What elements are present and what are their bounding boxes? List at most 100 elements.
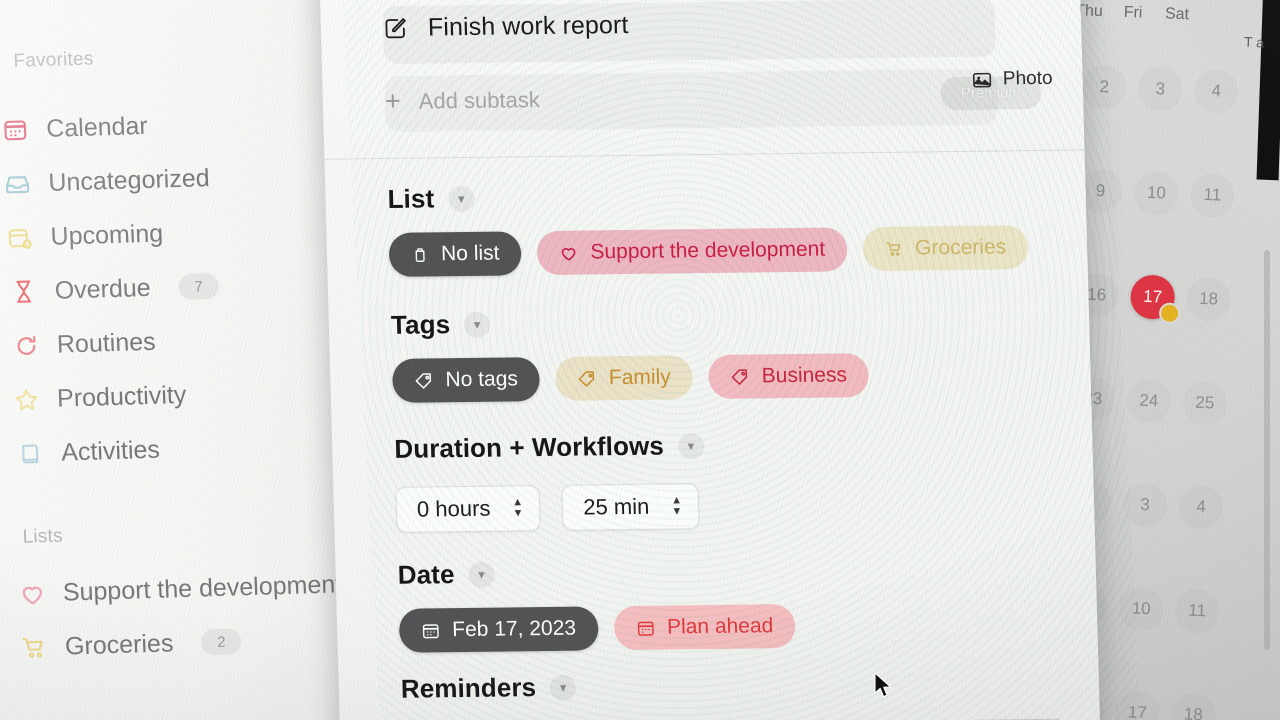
tag-chip-business[interactable]: Business [708,353,870,400]
chip-label: Feb 17, 2023 [451,616,577,642]
chevron-down-icon[interactable]: ▾ [677,432,705,459]
stepper-arrows-icon[interactable]: ▲ ▼ [671,494,682,516]
stepper-arrows-icon[interactable]: ▲ ▼ [512,496,523,518]
calendar-day[interactable]: 10 [1118,586,1164,632]
list-chip-groceries[interactable]: Groceries [862,225,1029,272]
heart-icon [16,578,47,609]
calendar-day[interactable]: 24 [1126,378,1172,424]
section-date-title: Date [397,559,455,590]
section-list-header[interactable]: List ▾ [387,176,1027,215]
calendar-day[interactable]: 11 [1190,172,1236,218]
task-checkbox-icon[interactable] [383,16,409,41]
mouse-cursor [874,672,894,707]
tag-chip-family[interactable]: Family [555,355,694,401]
sidebar-item-productivity[interactable]: Productivity [11,380,187,415]
screen-photo: Wed Thu Fri Sat 123489101115161718222324… [0,0,1280,720]
section-date: Date ▾ Feb 17, 2023 Plan ahead [397,555,796,653]
section-duration-header[interactable]: Duration + Workflows ▾ [393,430,705,465]
section-reminders: Reminders ▾ Please activate notification… [400,666,1061,705]
calendar-day-today[interactable]: 17 [1129,274,1181,325]
sidebar-item-upcoming[interactable]: Upcoming [4,218,164,253]
star-icon [11,384,42,415]
chevron-down-icon[interactable]: ▾ [468,561,495,588]
sidebar-item-label: Overdue [54,273,152,305]
plus-icon: + [384,85,402,116]
refresh-icon [10,330,41,361]
duration-minutes-value: 25 min [582,493,650,520]
sidebar-item-label: Support the development [62,569,343,607]
section-list-title: List [387,183,435,214]
calendar-day[interactable]: 18 [1171,692,1217,720]
tag-icon [578,369,598,388]
calendar-day-event-dot [1158,302,1181,325]
calendar-weekday: Sat [1164,5,1190,24]
list-chip-support-the-development[interactable]: Support the development [536,227,848,276]
tags-chip-group: No tags Family Business [391,353,870,403]
inbox-icon [2,168,33,199]
calendar-day[interactable]: 4 [1193,69,1239,115]
calendar-day[interactable]: 25 [1182,380,1228,426]
list-chip-group: No list Support the development Grocerie… [388,225,1029,277]
cart-icon [885,240,903,258]
list-chip-no-list[interactable]: No list [388,231,523,277]
sidebar-item-label: Upcoming [50,218,164,251]
premium-badge[interactable]: Premium [940,75,1042,111]
section-tags: Tags ▾ No tags Family Business [391,304,870,403]
calendar-corner-text: T a [1243,33,1265,51]
modal-scrollbar[interactable] [1264,250,1270,650]
tag-chip-no-tags[interactable]: No tags [391,357,541,403]
chip-label: No tags [445,367,519,392]
hourglass-icon [8,276,39,307]
calendar-day[interactable]: 2 [1082,64,1128,110]
duration-hours-value: 0 hours [416,495,491,522]
calendar-day[interactable]: 4 [1178,484,1224,530]
section-tags-header[interactable]: Tags ▾ [391,304,868,341]
sidebar-item-overdue[interactable]: Overdue 7 [8,271,220,307]
sidebar-item-routines[interactable]: Routines [10,327,156,361]
sidebar-item-label: Productivity [56,380,187,413]
calendar-day[interactable]: 18 [1186,276,1232,322]
upcoming-icon [4,222,35,253]
tag-icon [414,371,434,390]
section-divider [324,149,1085,160]
sidebar-item-label: Calendar [45,111,149,143]
calendar-day[interactable]: 17 [1115,690,1161,720]
date-chip-plan-ahead[interactable]: Plan ahead [613,603,796,651]
list-icon [411,245,429,263]
section-duration-title: Duration + Workflows [393,430,665,464]
sidebar-item-label: Routines [56,327,157,359]
section-date-header[interactable]: Date ▾ [397,555,794,591]
calendar-day[interactable]: 3 [1122,482,1168,528]
date-chip-selected-date[interactable]: Feb 17, 2023 [398,606,599,653]
sidebar-badge-count: 7 [178,272,220,301]
section-duration: Duration + Workflows ▾ 0 hours ▲ ▼ 25 min… [394,430,706,533]
sidebar-item-activities[interactable]: Activities [15,435,161,469]
sidebar-item-calendar[interactable]: Calendar [0,111,148,145]
calendar-day[interactable]: 3 [1137,66,1183,112]
duration-hours-stepper[interactable]: 0 hours ▲ ▼ [395,485,541,533]
section-reminders-title: Reminders [400,672,537,704]
calendar-day[interactable]: 11 [1174,588,1220,634]
chevron-down-icon[interactable]: ▾ [463,311,491,338]
duration-minutes-stepper[interactable]: 25 min ▲ ▼ [561,483,700,531]
sidebar-item-groceries[interactable]: Groceries 2 [18,626,242,663]
calendar-icon [0,114,31,145]
calendar-day[interactable]: 10 [1134,170,1180,216]
section-list: List ▾ No list Support the development G… [387,176,1029,277]
add-subtask-label[interactable]: Add subtask [418,87,540,114]
cart-icon [18,632,49,663]
sidebar-item-support-the-development[interactable]: Support the development [16,569,343,609]
task-title-row[interactable]: Finish work report Photo [382,0,1053,89]
heart-icon [559,243,579,262]
add-subtask-row[interactable]: + Add subtask Premium [384,75,1042,116]
chip-label: Business [761,363,848,388]
sidebar-item-label: Uncategorized [47,163,211,197]
chip-label: Plan ahead [666,614,774,639]
chevron-down-icon[interactable]: ▾ [447,185,475,212]
sidebar-favorites-header: Favorites [13,48,94,72]
section-reminders-header[interactable]: Reminders ▾ [400,666,1061,705]
task-title-text[interactable]: Finish work report [428,11,629,42]
sidebar-item-uncategorized[interactable]: Uncategorized [2,163,210,199]
calendar-icon [636,618,656,637]
chevron-down-icon[interactable]: ▾ [549,674,577,701]
